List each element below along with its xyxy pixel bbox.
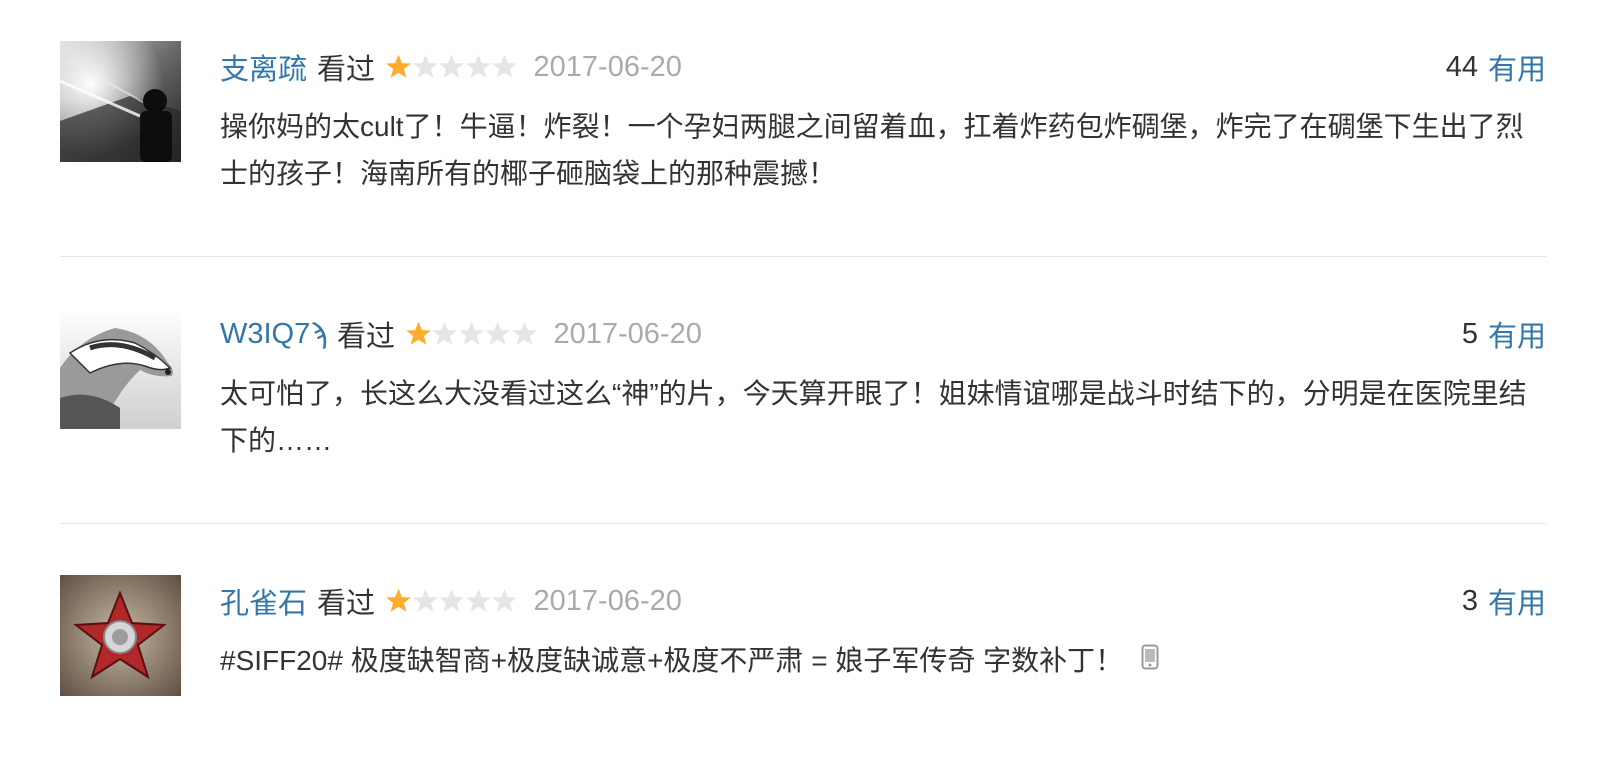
comment-item: W3IQ7ϡ 看过 2017-06-20 5 有用 太可怕了，长这么大没看过这么…: [60, 308, 1546, 468]
star-empty-icon: [512, 321, 537, 345]
vote-count: 44: [1445, 50, 1478, 83]
useful-button[interactable]: 有用: [1488, 580, 1546, 622]
comment-item: 孔雀石 看过 2017-06-20 3 有用 #SIFF20# 极度缺智商+极度…: [60, 575, 1546, 696]
useful-button[interactable]: 有用: [1488, 46, 1546, 88]
vote-area: 5 有用: [1462, 314, 1546, 354]
star-empty-icon: [412, 54, 438, 78]
user-avatar[interactable]: [60, 41, 181, 162]
star-empty-icon: [492, 588, 517, 612]
vote-area: 44 有用: [1446, 47, 1546, 87]
avatar-badger-drawing: [60, 308, 181, 429]
star-empty-icon: [465, 588, 491, 612]
vote-count: 5: [1461, 317, 1478, 350]
useful-button[interactable]: 有用: [1488, 313, 1546, 355]
star-empty-icon: [465, 54, 491, 78]
comment-date: 2017-06-20: [533, 50, 682, 83]
watch-status: 看过: [317, 54, 376, 86]
avatar-red-star-badge: [60, 575, 181, 696]
comment-header: 支离疏 看过 2017-06-20 44 有用: [220, 47, 1546, 87]
watch-status: 看过: [317, 588, 376, 620]
mobile-phone-icon: [1141, 637, 1159, 684]
avatar-night-street-photo: [60, 41, 181, 162]
comment-date: 2017-06-20: [533, 584, 682, 617]
user-name-link[interactable]: W3IQ7ϡ: [220, 318, 327, 351]
watch-status: 看过: [336, 321, 395, 353]
divider: [60, 256, 1546, 257]
vote-area: 3 有用: [1462, 581, 1546, 621]
star-empty-icon: [439, 54, 464, 78]
star-empty-icon: [432, 321, 458, 345]
comment-text-row: #SIFF20# 极度缺智商+极度缺诚意+极度不严肃 = 娘子军传奇 字数补丁！: [220, 637, 1546, 684]
rating-stars: [405, 320, 538, 347]
star-empty-icon: [459, 321, 484, 345]
star-filled-icon: [406, 321, 431, 345]
user-avatar[interactable]: [60, 308, 181, 429]
star-empty-icon: [439, 588, 464, 612]
rating-stars: [385, 53, 518, 80]
star-filled-icon: [386, 54, 411, 78]
comment-text: 太可怕了，长这么大没看过这么“神”的片，今天算开眼了！姐妹情谊哪是战斗时结下的，…: [220, 378, 1527, 456]
comment-header: 孔雀石 看过 2017-06-20 3 有用: [220, 581, 1546, 621]
star-empty-icon: [492, 54, 517, 78]
comment-text: #SIFF20# 极度缺智商+极度缺诚意+极度不严肃 = 娘子军传奇 字数补丁！: [220, 645, 1124, 676]
comment-date: 2017-06-20: [553, 317, 702, 350]
divider: [60, 523, 1546, 524]
rating-stars: [385, 587, 518, 614]
comment-item: 支离疏 看过 2017-06-20 44 有用 操你妈的太cult了！牛逼！炸裂…: [60, 41, 1546, 201]
star-filled-icon: [386, 588, 411, 612]
user-avatar[interactable]: [60, 575, 181, 696]
star-empty-icon: [412, 588, 438, 612]
vote-count: 3: [1461, 584, 1478, 617]
comment-text: 操你妈的太cult了！牛逼！炸裂！一个孕妇两腿之间留着血，扛着炸药包炸碉堡，炸完…: [220, 111, 1524, 189]
star-empty-icon: [485, 321, 511, 345]
comment-header: W3IQ7ϡ 看过 2017-06-20 5 有用: [220, 314, 1546, 354]
user-name-link[interactable]: 孔雀石: [220, 580, 307, 622]
user-name-link[interactable]: 支离疏: [220, 46, 307, 88]
